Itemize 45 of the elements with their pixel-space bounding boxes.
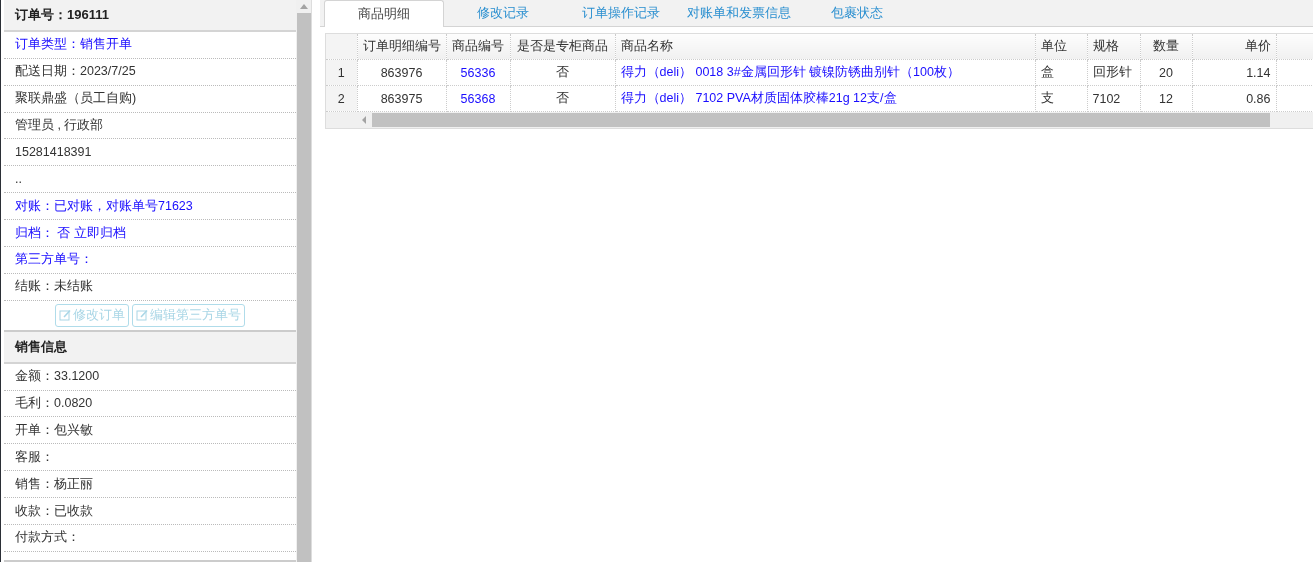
info-text: 付款方式： (15, 529, 80, 547)
row-number: 2 (337, 91, 345, 106)
info-text: 结账：未结账 (15, 278, 93, 296)
info-text: 聚联鼎盛（员工自购) (15, 90, 137, 108)
table-cell: 863976 (380, 65, 423, 80)
table-cell: 12 (1159, 91, 1173, 106)
table-link[interactable]: 56336 (460, 65, 496, 80)
edit-icon (59, 309, 71, 322)
tab[interactable]: 商品明细 (324, 0, 444, 27)
info-link[interactable]: 第三方单号： (15, 251, 93, 269)
info-text: 客服： (15, 448, 54, 466)
table-link[interactable]: 得力（deli） 7102 PVA材质固体胶棒21g 12支/盒 (620, 91, 897, 105)
table-cell: 7102 (1092, 91, 1121, 106)
table-cell: 支 (1040, 91, 1054, 105)
info-text: 金额：33.1200 (15, 368, 100, 386)
column-header[interactable]: 单价 (1244, 39, 1271, 53)
info-text: 开单：包兴敏 (15, 421, 93, 439)
horizontal-scrollbar[interactable] (326, 112, 1313, 128)
edit-icon (136, 309, 148, 322)
info-text: 销售：杨正丽 (15, 475, 93, 493)
table-cell: 20 (1159, 65, 1173, 80)
column-header[interactable]: 商品名称 (620, 39, 673, 53)
table-cell: 1.14 (1246, 65, 1271, 80)
info-text: 配送日期：2023/7/25 (15, 63, 136, 81)
info-text: .. (15, 172, 22, 187)
row-number: 1 (337, 65, 345, 80)
info-text: 收款：已收款 (15, 502, 93, 520)
table-cell: 863975 (380, 91, 423, 106)
scroll-left-icon[interactable] (362, 116, 366, 124)
panel-title: 销售信息 (15, 337, 67, 356)
panel-title: 订单号：196111 (15, 5, 109, 24)
table-cell: 否 (556, 91, 569, 105)
table-cell: 0.86 (1246, 91, 1271, 106)
table-cell: 盒 (1040, 65, 1054, 79)
info-text: 毛利：0.0820 (15, 395, 93, 412)
info-text: 15281418391 (15, 145, 92, 160)
info-text: 管理员 , 行政部 (15, 117, 104, 134)
table-link[interactable]: 56368 (460, 91, 496, 106)
table-link[interactable]: 得力（deli） 0018 3#金属回形针 镀镍防锈曲别针（100枚） (620, 65, 960, 79)
table-cell: 回形针 (1092, 65, 1132, 79)
info-link[interactable]: 对账：已对账，对账单号71623 (15, 197, 193, 215)
info-link[interactable]: 订单类型：销售开单 (15, 36, 132, 54)
table-cell: 否 (556, 65, 569, 79)
info-link[interactable]: 归档： 否 立即归档 (15, 224, 126, 242)
scrollbar-thumb[interactable] (372, 113, 1270, 127)
